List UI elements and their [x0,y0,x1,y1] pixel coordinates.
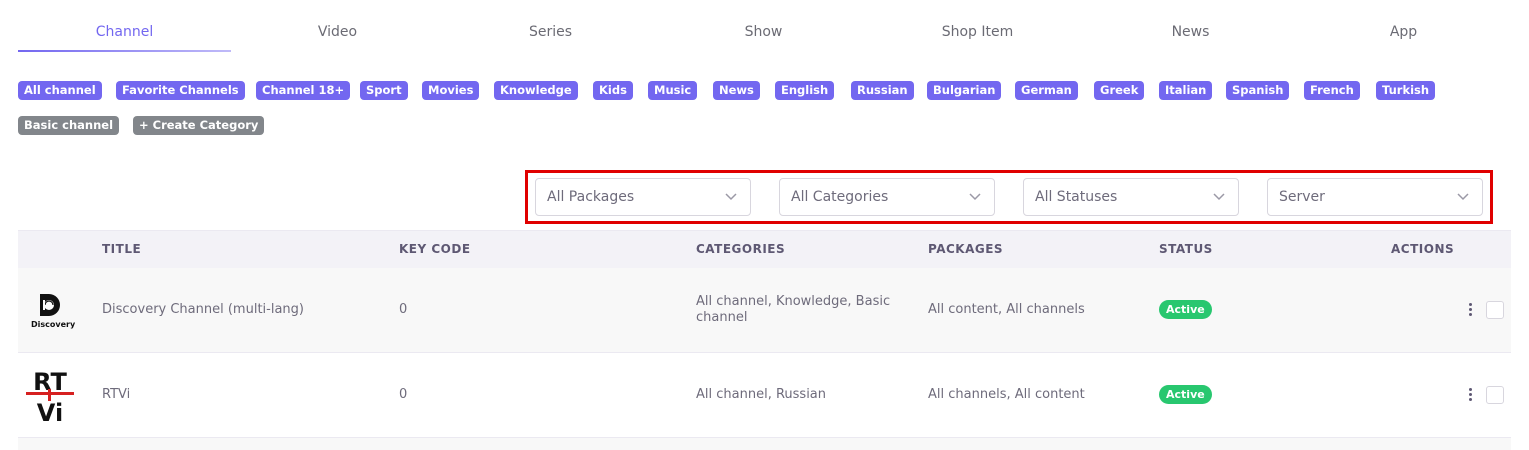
tab-channel[interactable]: Channel [18,24,231,40]
tab-show[interactable]: Show [657,24,870,40]
chip-german[interactable]: German [1015,81,1078,100]
chip-channel-18-plus[interactable]: Channel 18+ [256,81,351,100]
chip-greek[interactable]: Greek [1094,81,1145,100]
channel-key-code: 0 [399,387,408,402]
channel-logo-rtvi: RT Vi [24,365,76,427]
column-header-status[interactable]: STATUS [1159,242,1213,256]
row-select-checkbox[interactable] [1486,386,1504,404]
chip-bulgarian[interactable]: Bulgarian [927,81,1002,100]
chip-all-channel[interactable]: All channel [18,81,102,100]
column-header-categories[interactable]: CATEGORIES [696,242,785,256]
statuses-filter-value: All Statuses [1035,189,1118,205]
chip-english[interactable]: English [775,81,835,100]
table-row[interactable]: RT Vi RTVi 0 All channel, Russian All ch… [18,353,1511,438]
chip-music[interactable]: Music [648,81,698,100]
active-tab-indicator [18,50,231,52]
chip-news[interactable]: News [713,81,760,100]
channel-categories-line1: All channel, Knowledge, Basic [696,294,891,309]
categories-filter-select[interactable]: All Categories [779,178,995,216]
discovery-logo-text: Discovery [31,320,76,329]
tab-video[interactable]: Video [231,24,444,40]
server-filter-select[interactable]: Server [1267,178,1483,216]
packages-filter-value: All Packages [547,189,635,205]
statuses-filter-select[interactable]: All Statuses [1023,178,1239,216]
column-header-title[interactable]: TITLE [102,242,141,256]
channel-categories-line1: All channel, Russian [696,387,827,402]
channel-packages: All content, All channels [928,302,1085,317]
channel-logo-discovery: Discovery [28,290,76,332]
svg-text:Vi: Vi [37,399,63,425]
rtvi-logo-icon: RT Vi [26,368,74,427]
tab-news[interactable]: News [1084,24,1297,40]
tab-app[interactable]: App [1297,24,1510,40]
packages-filter-select[interactable]: All Packages [535,178,751,216]
chip-italian[interactable]: Italian [1159,81,1213,100]
column-header-packages[interactable]: PACKAGES [928,242,1003,256]
more-actions-icon[interactable] [1464,386,1476,404]
chip-movies[interactable]: Movies [422,81,480,100]
server-filter-value: Server [1279,189,1325,205]
chip-russian[interactable]: Russian [851,81,914,100]
channel-categories-line2: channel [696,310,748,325]
status-badge: Active [1159,385,1212,404]
chevron-down-icon [1457,193,1469,201]
chip-french[interactable]: French [1304,81,1360,100]
chip-turkish[interactable]: Turkish [1376,81,1436,100]
channel-key-code: 0 [399,302,408,317]
chip-spanish[interactable]: Spanish [1226,81,1290,100]
channel-title[interactable]: RTVi [102,387,130,402]
table-header: TITLE KEY CODE CATEGORIES PACKAGES STATU… [18,230,1511,268]
chip-basic-channel[interactable]: Basic channel [18,116,120,135]
column-header-actions: ACTIONS [1391,242,1455,256]
channel-packages: All channels, All content [928,387,1085,402]
chip-kids[interactable]: Kids [593,81,633,100]
chip-sport[interactable]: Sport [360,81,408,100]
status-badge: Active [1159,300,1212,319]
chip-knowledge[interactable]: Knowledge [494,81,578,100]
chevron-down-icon [1213,193,1225,201]
column-header-key-code[interactable]: KEY CODE [399,242,471,256]
table-row[interactable]: Discovery Discovery Channel (multi-lang)… [18,268,1511,353]
chip-favorite-channels[interactable]: Favorite Channels [116,81,245,100]
table-next-row-edge [18,438,1511,450]
row-select-checkbox[interactable] [1486,301,1504,319]
content-type-tabs: Channel Video Series Show Shop Item News… [18,0,1511,54]
chevron-down-icon [725,193,737,201]
channel-title[interactable]: Discovery Channel (multi-lang) [102,302,304,317]
tab-shop-item[interactable]: Shop Item [871,24,1084,40]
categories-filter-value: All Categories [791,189,889,205]
more-actions-icon[interactable] [1464,301,1476,319]
chevron-down-icon [969,193,981,201]
tab-series[interactable]: Series [444,24,657,40]
create-category-button[interactable]: + Create Category [133,116,265,135]
